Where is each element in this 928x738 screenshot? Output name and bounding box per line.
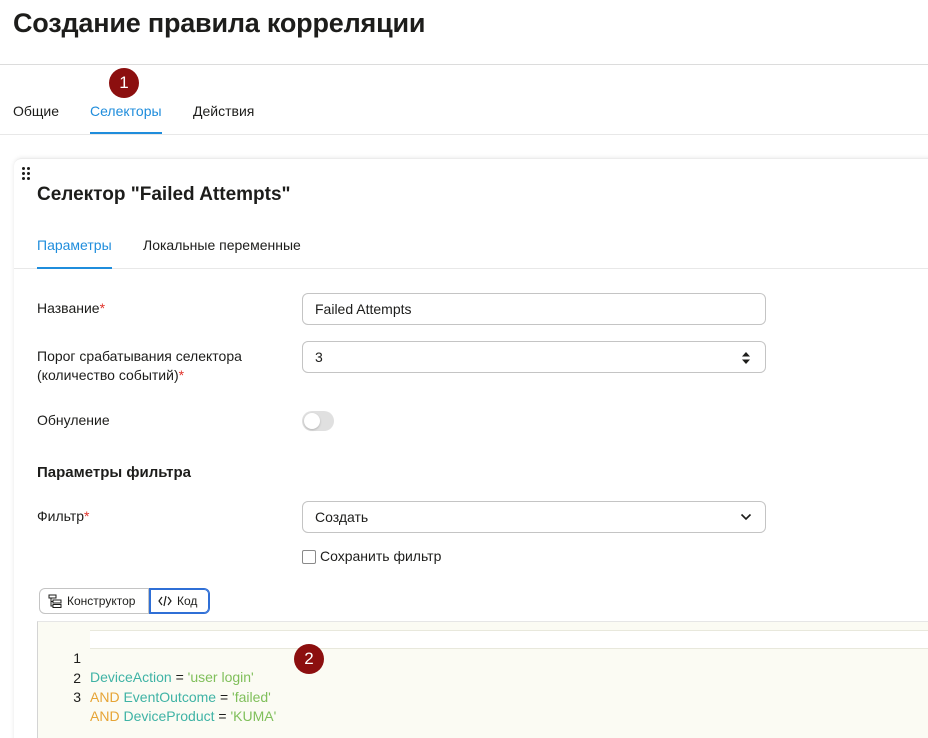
threshold-value: 3	[315, 349, 323, 365]
filter-select-value: Создать	[315, 509, 369, 525]
active-line-highlight	[90, 630, 928, 649]
tab-actions[interactable]: Действия	[193, 103, 254, 119]
name-input[interactable]: Failed Attempts	[302, 293, 766, 325]
code-mode-label: Код	[177, 594, 198, 608]
line-number: 3	[73, 689, 81, 705]
code-line: 2 AND EventOutcome = 'failed'	[38, 650, 271, 705]
threshold-label-line2: (количество событий)	[37, 367, 179, 383]
header-divider	[0, 64, 928, 65]
chevron-down-icon	[740, 513, 752, 521]
code-mode-button[interactable]: Код	[149, 588, 210, 614]
name-label: Название*	[37, 299, 105, 318]
tab-selectors[interactable]: Селекторы	[90, 103, 162, 134]
tab-general[interactable]: Общие	[13, 103, 59, 119]
code-line: 3 AND DeviceProduct = 'KUMA'	[38, 669, 276, 724]
code-field: DeviceAction	[90, 669, 172, 685]
tab-parameters[interactable]: Параметры	[37, 237, 112, 269]
code-string: 'failed'	[232, 689, 271, 705]
selector-title: Селектор "Failed Attempts"	[37, 184, 291, 205]
name-input-value: Failed Attempts	[315, 301, 412, 317]
required-mark: *	[178, 367, 185, 383]
selector-tabs: Параметры Локальные переменные	[14, 228, 928, 269]
stepper-arrows-icon[interactable]	[741, 351, 751, 365]
threshold-stepper[interactable]: 3	[302, 341, 766, 373]
code-text[interactable]: DeviceAction = 'user login'	[90, 668, 254, 687]
code-keyword: AND	[90, 689, 124, 705]
filter-section-title: Параметры фильтра	[37, 464, 191, 481]
code-field: EventOutcome	[123, 689, 217, 705]
main-tabs: Общие Селекторы Действия	[0, 93, 928, 135]
code-text[interactable]: AND EventOutcome = 'failed'	[90, 688, 271, 707]
code-operator: =	[216, 689, 233, 705]
code-line: 1 DeviceAction = 'user login'	[38, 630, 254, 685]
code-string: 'user login'	[187, 669, 254, 685]
required-mark: *	[84, 508, 90, 524]
annotation-marker-1: 1	[109, 68, 139, 98]
tab-local-variables[interactable]: Локальные переменные	[143, 237, 301, 253]
code-field: DeviceProduct	[123, 708, 215, 724]
editor-mode-switch: Конструктор Код	[39, 588, 210, 614]
tree-structure-icon	[48, 594, 62, 608]
code-text[interactable]: AND DeviceProduct = 'KUMA'	[90, 707, 276, 726]
reset-toggle[interactable]	[302, 411, 334, 431]
filter-label-text: Фильтр	[37, 508, 85, 524]
toggle-knob	[304, 413, 320, 429]
annotation-marker-2: 2	[294, 644, 324, 674]
name-label-text: Название	[37, 300, 100, 316]
drag-handle-icon[interactable]	[22, 167, 32, 183]
code-editor[interactable]: 1 DeviceAction = 'user login' 2 AND Even…	[37, 621, 928, 738]
save-filter-label[interactable]: Сохранить фильтр	[320, 548, 441, 564]
code-string: 'KUMA'	[230, 708, 277, 724]
code-brackets-icon	[158, 595, 172, 607]
filter-label: Фильтр*	[37, 507, 89, 526]
constructor-mode-button[interactable]: Конструктор	[39, 588, 149, 614]
page-title: Создание правила корреляции	[13, 8, 426, 38]
filter-select[interactable]: Создать	[302, 501, 766, 533]
code-keyword: AND	[90, 708, 124, 724]
threshold-label: Порог срабатывания селектора (количество…	[37, 347, 242, 385]
required-mark: *	[99, 300, 106, 316]
threshold-label-line1: Порог срабатывания селектора	[37, 348, 242, 364]
save-filter-checkbox[interactable]	[302, 550, 316, 564]
reset-label: Обнуление	[37, 412, 110, 428]
constructor-mode-label: Конструктор	[67, 594, 136, 608]
code-operator: =	[214, 708, 231, 724]
code-operator: =	[171, 669, 188, 685]
